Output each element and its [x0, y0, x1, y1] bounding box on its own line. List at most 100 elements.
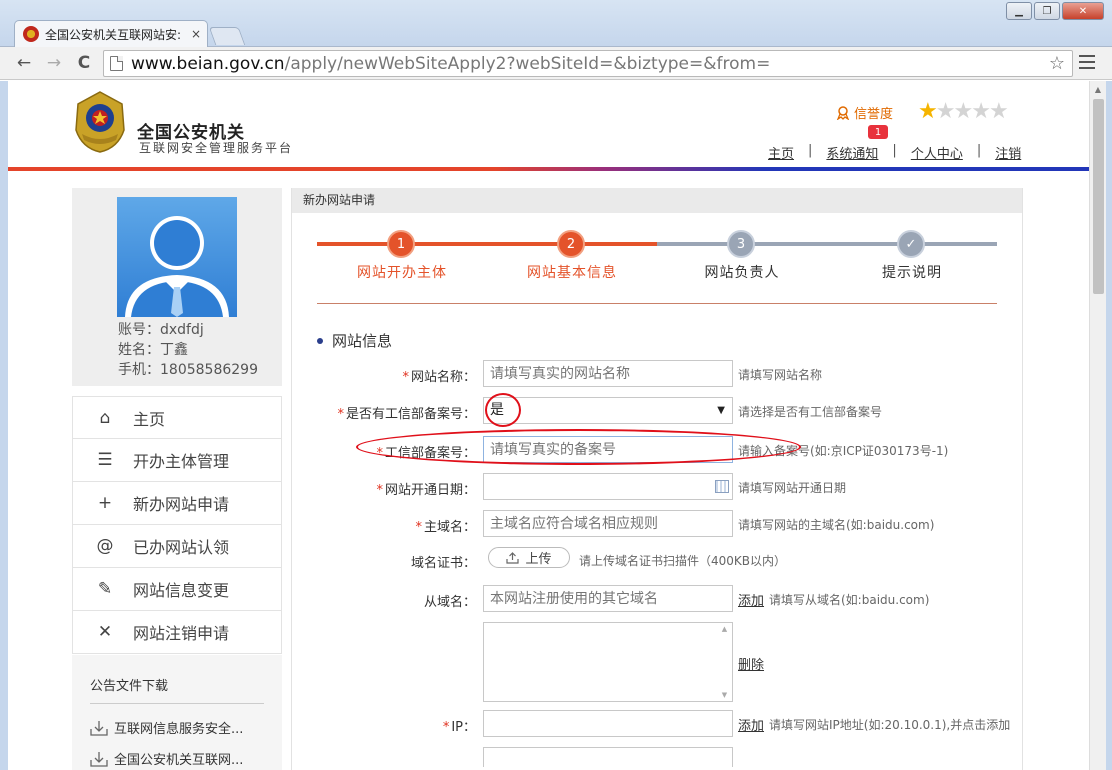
progress-steps: 1 2 3 ✓ 网站开办主体 网站基本信息 网站负责人 提示说明 — [317, 228, 997, 288]
open-date-hint: 请填写网站开通日期 — [738, 481, 847, 495]
miit-number-label: * 工信部备案号： — [376, 446, 476, 461]
domain-input[interactable] — [483, 510, 733, 537]
rating-stars: ★★★★★ — [918, 99, 1009, 124]
domain-label: * 主域名： — [415, 520, 476, 535]
browser-menu-icon[interactable] — [1079, 55, 1095, 71]
sub-domain-hint: 请填写从域名(如:baidu.com) — [769, 593, 930, 607]
window-frame-left — [0, 81, 8, 770]
new-tab-button[interactable] — [208, 27, 246, 45]
cert-label: 域名证书： — [410, 556, 476, 571]
user-silhouette-icon — [125, 216, 229, 317]
dropdown-arrow-icon: ▼ — [717, 405, 725, 416]
sub-domain-input[interactable] — [483, 585, 733, 612]
steps-divider — [317, 303, 997, 304]
ip-label: * IP： — [442, 720, 476, 735]
forward-arrow-icon[interactable]: → — [42, 51, 66, 75]
url-text: www.beian.gov.cn/apply/newWebSiteApply2?… — [131, 53, 771, 74]
upload-button-label: 上传 — [525, 552, 552, 567]
sidebar-item-new-site[interactable]: + 新办网站申请 — [72, 482, 282, 525]
sidebar-item-label: 主页 — [133, 409, 166, 429]
download-icon — [90, 751, 108, 767]
tab-close-icon[interactable]: × — [191, 27, 201, 41]
notice-download-box: 公告文件下载 互联网信息服务安全... 全国公安机关互联网... — [72, 655, 282, 770]
miit-select-value: 是 — [490, 402, 504, 418]
sidebar-item-label: 网站注销申请 — [133, 624, 230, 643]
page-icon — [110, 56, 123, 71]
miit-select[interactable]: 是 ▼ — [483, 397, 733, 424]
step-label-3: 网站负责人 — [704, 265, 780, 281]
step-node-3: 3 — [727, 230, 755, 258]
notice-item[interactable]: 互联网信息服务安全... — [90, 718, 264, 737]
browser-tab[interactable]: 全国公安机关互联网站安: × — [14, 20, 208, 47]
delete-sub-domain-link[interactable]: 删除 — [738, 654, 764, 673]
minimize-button[interactable]: ▁ — [1006, 2, 1032, 20]
add-sub-domain-link[interactable]: 添加 — [738, 590, 764, 609]
user-profile-card: 账号：dxdfdj 姓名：丁鑫 手机：18058586299 — [72, 188, 282, 386]
tab-title: 全国公安机关互联网站安: — [45, 27, 182, 42]
open-date-label: * 网站开通日期： — [376, 483, 476, 498]
ip-input[interactable] — [483, 710, 733, 737]
step-label-2: 网站基本信息 — [527, 265, 617, 281]
miit-number-hint: 请输入备案号(如:京ICP证030173号-1) — [738, 444, 949, 458]
site-name-input[interactable] — [483, 360, 733, 387]
header-gradient-bar — [8, 167, 1089, 171]
nav-link-notifications[interactable]: 系统通知 — [826, 143, 878, 162]
home-icon: ⌂ — [99, 407, 111, 428]
notification-count-badge: 1 — [868, 125, 888, 139]
scroll-up-icon[interactable]: ▲ — [1090, 81, 1106, 97]
window-frame-right — [1106, 81, 1112, 770]
address-bar[interactable]: www.beian.gov.cn/apply/newWebSiteApply2?… — [103, 50, 1073, 77]
credit-rating[interactable]: 信誉度 — [836, 103, 893, 122]
miit-label: * 是否有工信部备案号： — [337, 407, 476, 422]
edit-icon: ✎ — [97, 579, 113, 599]
calendar-icon[interactable] — [715, 480, 729, 493]
section-title: 网站信息 — [317, 330, 392, 351]
ip-list[interactable] — [483, 747, 733, 767]
main-panel: 新办网站申请 1 2 3 ✓ 网站开办主体 网站基本信息 网站负责人 提示说明 … — [291, 188, 1023, 770]
step-label-1: 网站开办主体 — [357, 265, 447, 281]
open-date-input[interactable] — [483, 473, 733, 500]
site-name-label: * 网站名称： — [402, 370, 476, 385]
page-scrollbar[interactable]: ▲ — [1089, 81, 1106, 770]
notice-title: 公告文件下载 — [90, 655, 264, 704]
sidebar-item-claim-site[interactable]: @ 已办网站认领 — [72, 525, 282, 568]
sidebar-item-cancel-site[interactable]: ✕ 网站注销申请 — [72, 611, 282, 654]
star-empty-icon: ★ — [988, 99, 1009, 124]
notice-item-label: 互联网信息服务安全... — [114, 722, 244, 737]
add-ip-link[interactable]: 添加 — [738, 715, 764, 734]
step-node-1: 1 — [387, 230, 415, 258]
sidebar-item-label: 开办主体管理 — [133, 452, 230, 471]
page-viewport: 全国公安机关 互联网安全管理服务平台 信誉度 1 ★★★★★ 主页 | 系统通知… — [8, 81, 1089, 770]
reload-icon[interactable]: C — [72, 51, 96, 75]
miit-hint: 请选择是否有工信部备案号 — [738, 405, 883, 419]
bullet-icon — [317, 337, 323, 344]
bookmark-star-icon[interactable]: ☆ — [1049, 53, 1065, 74]
star-empty-icon: ★ — [935, 99, 956, 124]
maximize-button[interactable]: ❐ — [1034, 2, 1060, 20]
nav-link-user-center[interactable]: 个人中心 — [911, 143, 963, 162]
cert-hint: 请上传域名证书扫描件（400KB以内） — [579, 554, 787, 568]
sub-domain-list[interactable]: ▲ ▼ — [483, 622, 733, 702]
domain-hint: 请填写网站的主域名(如:baidu.com) — [738, 518, 935, 532]
sidebar-item-label: 已办网站认领 — [133, 538, 230, 557]
at-icon: @ — [96, 536, 114, 556]
upload-button[interactable]: 上传 — [488, 547, 570, 568]
profile-name: 姓名：丁鑫 — [118, 342, 188, 358]
close-window-button[interactable]: ✕ — [1062, 2, 1104, 20]
nav-link-home[interactable]: 主页 — [768, 143, 794, 162]
sidebar-item-change-info[interactable]: ✎ 网站信息变更 — [72, 568, 282, 611]
scrollbar-thumb[interactable] — [1093, 99, 1104, 294]
profile-account: 账号：dxdfdj — [118, 322, 204, 338]
notice-item[interactable]: 全国公安机关互联网... — [90, 749, 264, 768]
miit-number-input[interactable] — [483, 436, 733, 463]
sidebar-item-home[interactable]: ⌂ 主页 — [72, 396, 282, 439]
panel-title: 新办网站申请 — [292, 188, 1022, 213]
textarea-scrollbar[interactable]: ▲ ▼ — [719, 625, 730, 699]
plus-icon: + — [97, 493, 113, 513]
sub-domain-label: 从域名： — [423, 595, 476, 610]
sidebar-item-label: 新办网站申请 — [133, 495, 230, 514]
list-icon: ☰ — [97, 450, 113, 470]
sidebar-item-entity-management[interactable]: ☰ 开办主体管理 — [72, 439, 282, 482]
nav-link-logout[interactable]: 注销 — [995, 143, 1021, 162]
back-arrow-icon[interactable]: ← — [12, 51, 36, 75]
